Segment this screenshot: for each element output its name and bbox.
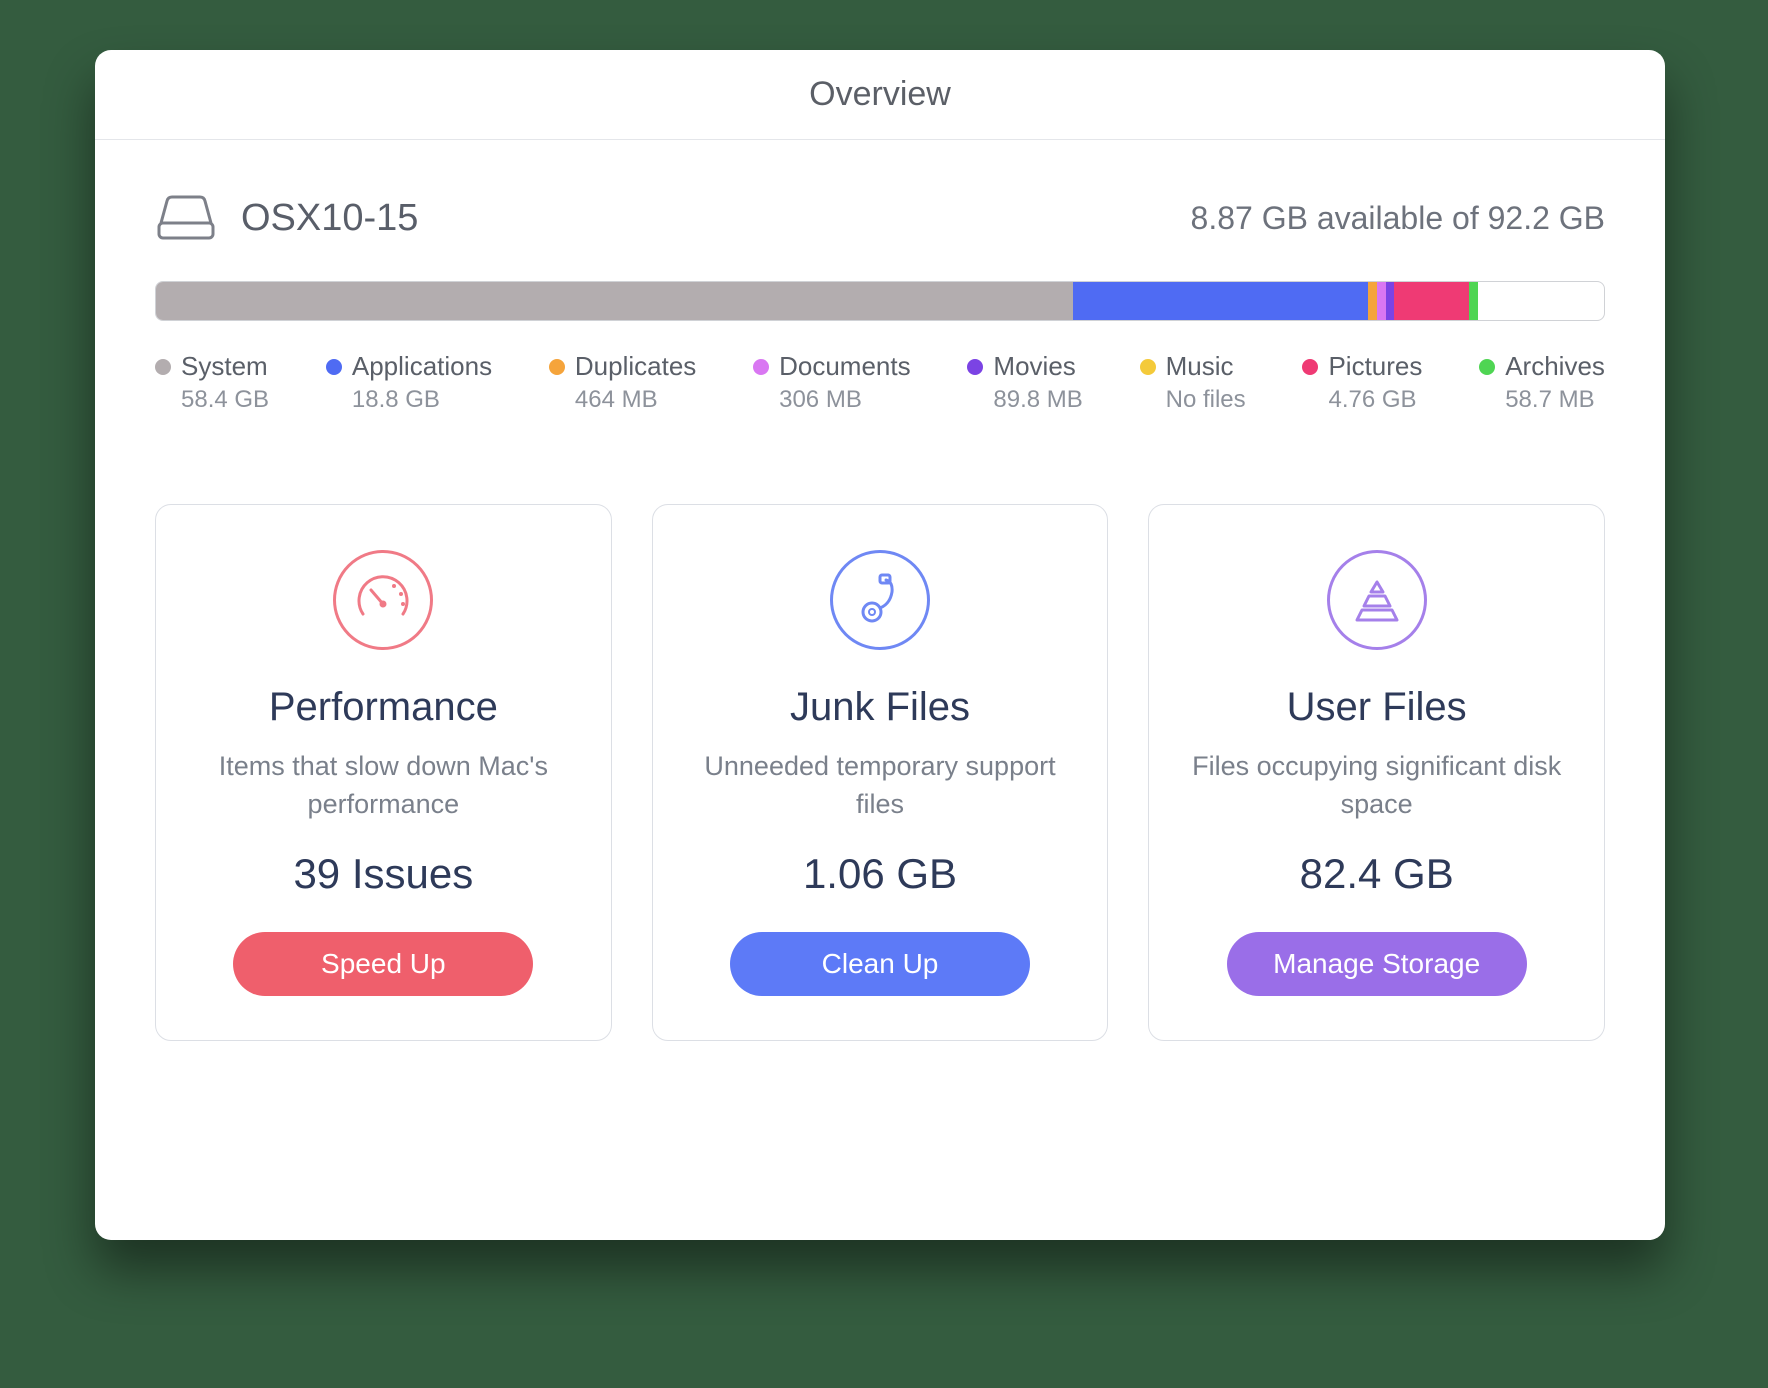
legend-size: 4.76 GB [1328, 386, 1422, 414]
legend-item-duplicates[interactable]: Duplicates 464 MB [549, 351, 696, 414]
storage-segment-movies [1386, 282, 1395, 320]
user-files-card: User Files Files occupying significant d… [1148, 504, 1605, 1041]
junk-files-card: Junk Files Unneeded temporary support fi… [652, 504, 1109, 1041]
legend-dot-icon [1302, 359, 1318, 375]
legend-label: System [181, 351, 268, 382]
storage-segment-duplicates [1368, 282, 1377, 320]
junk-metric: 1.06 GB [803, 850, 957, 898]
clean-up-button[interactable]: Clean Up [730, 932, 1030, 996]
legend-item-music[interactable]: Music No files [1140, 351, 1246, 414]
app-window: Overview OSX10-15 8.87 GB available of 9… [95, 50, 1665, 1240]
legend-item-archives[interactable]: Archives 58.7 MB [1479, 351, 1605, 414]
legend-dot-icon [753, 359, 769, 375]
disk-availability: 8.87 GB available of 92.2 GB [1191, 200, 1605, 237]
legend-dot-icon [1140, 359, 1156, 375]
user-files-title: User Files [1287, 685, 1467, 730]
legend-size: 464 MB [575, 386, 696, 414]
user-files-metric: 82.4 GB [1300, 850, 1454, 898]
pyramid-icon [1322, 545, 1432, 655]
legend-dot-icon [549, 359, 565, 375]
performance-metric: 39 Issues [293, 850, 473, 898]
legend-item-documents[interactable]: Documents 306 MB [753, 351, 911, 414]
legend-size: 89.8 MB [993, 386, 1082, 414]
storage-segment-pictures [1394, 282, 1469, 320]
legend-item-system[interactable]: System 58.4 GB [155, 351, 269, 414]
legend-size: 58.4 GB [181, 386, 269, 414]
vacuum-icon [825, 545, 935, 655]
junk-title: Junk Files [790, 685, 970, 730]
legend-dot-icon [967, 359, 983, 375]
legend-label: Music [1166, 351, 1234, 382]
storage-legend: System 58.4 GB Applications 18.8 GB Duplicat… [155, 351, 1605, 414]
legend-size: No files [1166, 386, 1246, 414]
manage-storage-button[interactable]: Manage Storage [1227, 932, 1527, 996]
storage-segment-system [156, 282, 1073, 320]
legend-item-movies[interactable]: Movies 89.8 MB [967, 351, 1082, 414]
user-files-desc: Files occupying significant disk space [1179, 748, 1574, 824]
storage-bar [155, 281, 1605, 321]
storage-segment-archives [1469, 282, 1478, 320]
legend-size: 18.8 GB [352, 386, 492, 414]
storage-segment-documents [1377, 282, 1386, 320]
performance-card: Performance Items that slow down Mac's p… [155, 504, 612, 1041]
gauge-icon [328, 545, 438, 655]
legend-item-applications[interactable]: Applications 18.8 GB [326, 351, 492, 414]
disk-name: OSX10-15 [241, 197, 418, 240]
legend-label: Documents [779, 351, 911, 382]
disk-summary-row: OSX10-15 8.87 GB available of 92.2 GB [155, 195, 1605, 241]
disk-icon [155, 195, 217, 241]
content-area: OSX10-15 8.87 GB available of 92.2 GB Sy… [95, 140, 1665, 1041]
legend-dot-icon [1479, 359, 1495, 375]
legend-label: Applications [352, 351, 492, 382]
page-title: Overview [809, 75, 951, 114]
legend-dot-icon [326, 359, 342, 375]
junk-desc: Unneeded temporary support files [683, 748, 1078, 824]
performance-title: Performance [269, 685, 498, 730]
legend-size: 58.7 MB [1505, 386, 1605, 414]
storage-segment-applications [1073, 282, 1368, 320]
legend-label: Pictures [1328, 351, 1422, 382]
legend-size: 306 MB [779, 386, 911, 414]
titlebar: Overview [95, 50, 1665, 140]
legend-label: Archives [1505, 351, 1605, 382]
cards-row: Performance Items that slow down Mac's p… [155, 504, 1605, 1041]
speed-up-button[interactable]: Speed Up [233, 932, 533, 996]
legend-label: Duplicates [575, 351, 696, 382]
legend-item-pictures[interactable]: Pictures 4.76 GB [1302, 351, 1422, 414]
performance-desc: Items that slow down Mac's performance [186, 748, 581, 824]
legend-label: Movies [993, 351, 1075, 382]
disk-identity: OSX10-15 [155, 195, 418, 241]
legend-dot-icon [155, 359, 171, 375]
